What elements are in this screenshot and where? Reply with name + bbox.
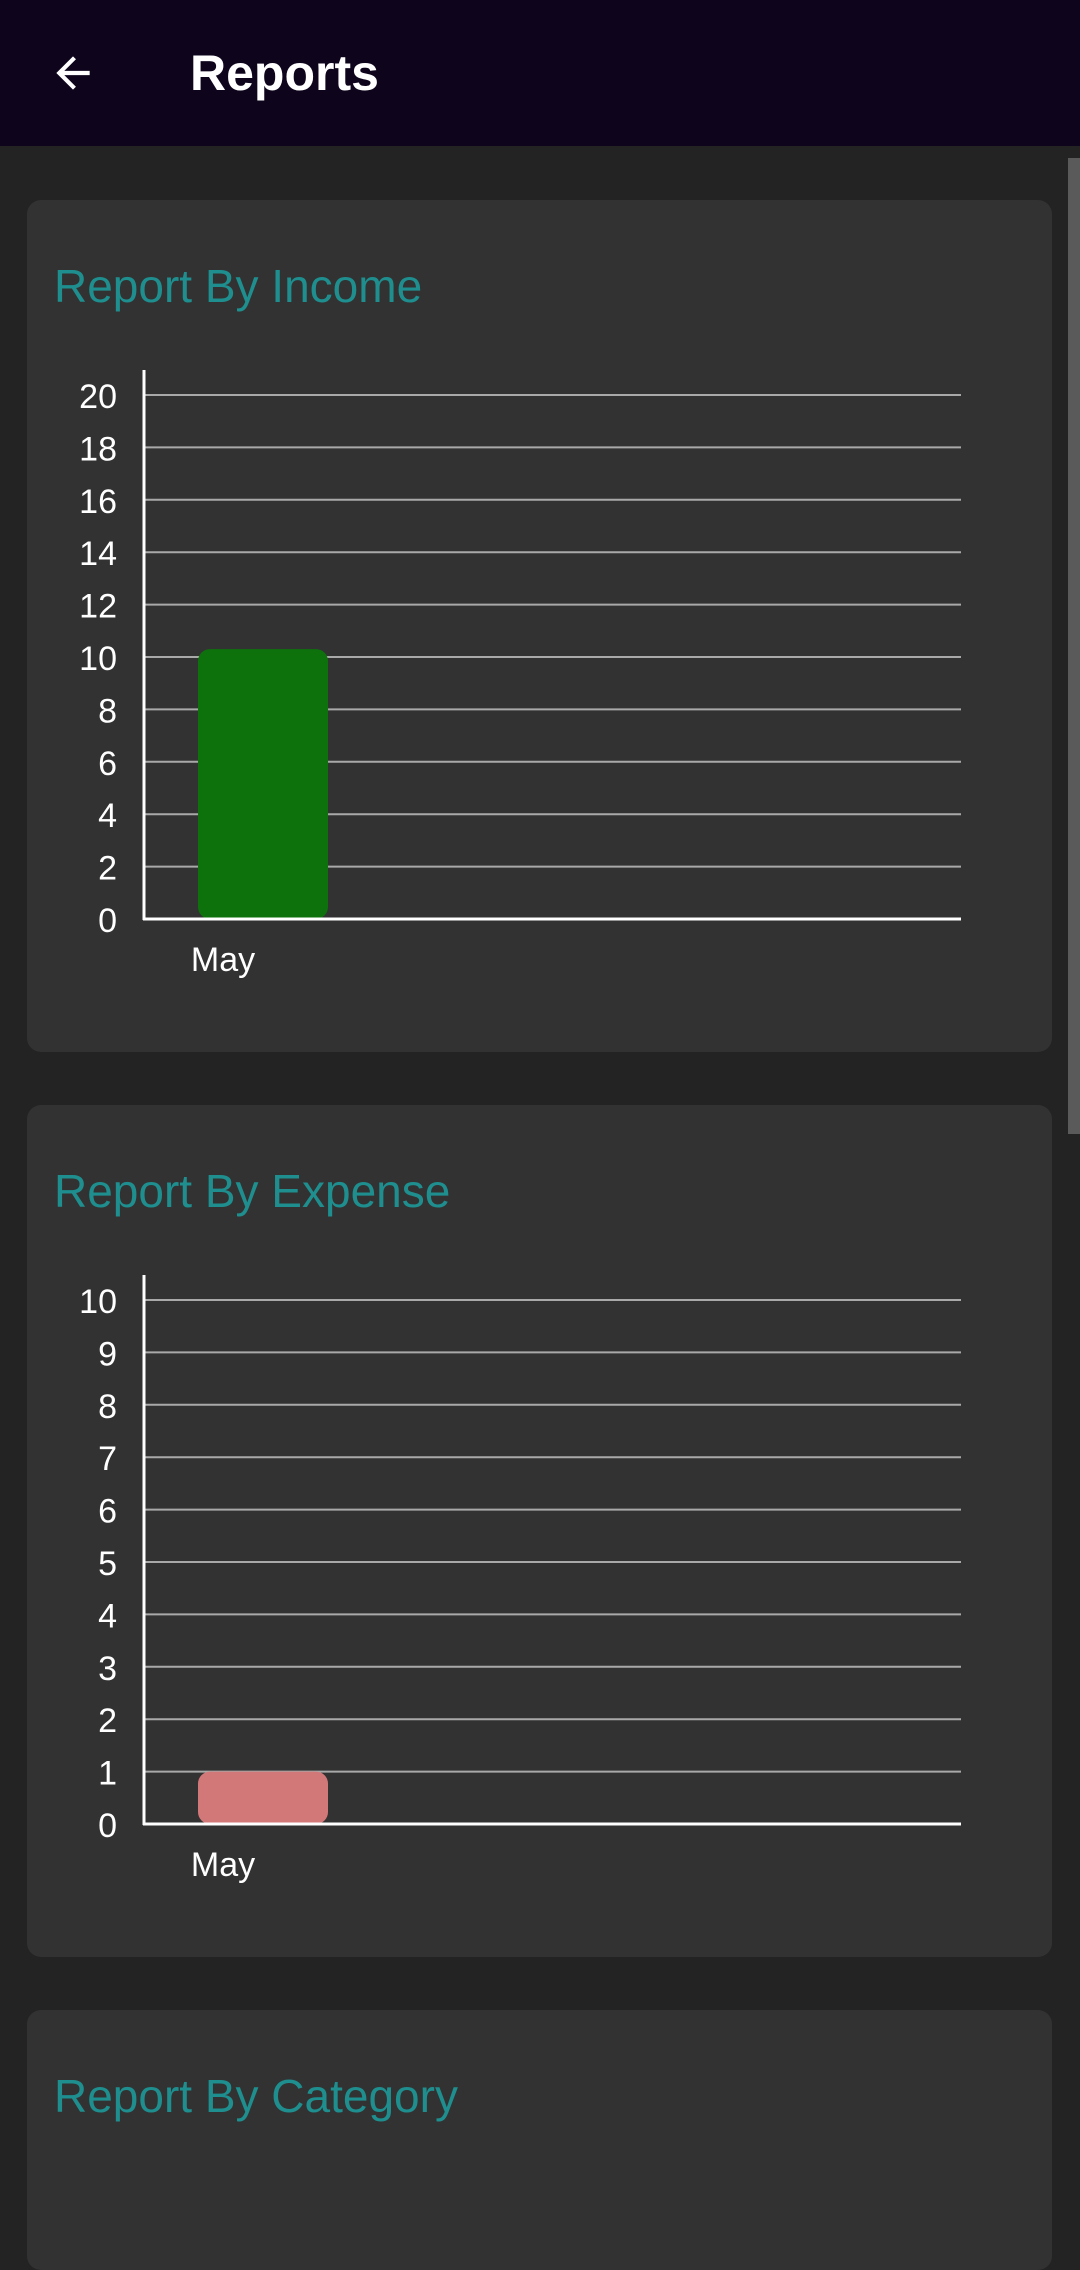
category-report-card: Report By Category [27,2010,1052,2270]
income-y-tick-label: 6 [98,745,117,783]
income-y-tick-label: 12 [79,588,117,626]
income-y-tick-label: 20 [79,378,117,416]
income-y-tick-label: 14 [79,535,117,573]
income-y-tick-label: 18 [79,430,117,468]
expense-y-tick-label: 6 [98,1493,117,1531]
expense-y-tick-label: 7 [98,1440,117,1478]
expense-y-tick-label: 2 [98,1702,117,1740]
income-report-card: Report By Income 0 2 4 6 8 10 12 14 16 18 20 May [27,200,1052,1052]
income-y-tick-label: 16 [79,483,117,521]
expense-x-tick-label: May [191,1846,255,1884]
expense-y-tick-label: 10 [79,1283,117,1321]
expense-y-tick-label: 0 [98,1807,117,1845]
scrollbar[interactable] [1068,158,1080,1134]
expense-y-tick-label: 3 [98,1650,117,1688]
expense-y-tick-label: 5 [98,1545,117,1583]
income-y-tick-label: 0 [98,902,117,940]
income-y-tick-label: 8 [98,692,117,730]
page-title: Reports [190,45,379,101]
expense-bar-may[interactable] [198,1771,328,1824]
expense-bar-chart: 0 1 2 3 4 5 6 7 8 9 10 May [79,1275,961,1884]
app-bar: Reports [0,0,1080,146]
expense-y-tick-label: 9 [98,1335,117,1373]
income-x-tick-label: May [191,941,255,979]
back-button[interactable] [26,26,120,120]
income-bar-chart: 0 2 4 6 8 10 12 14 16 18 20 May [79,370,961,979]
expense-y-tick-label: 1 [98,1755,117,1793]
income-y-tick-label: 10 [79,640,117,678]
expense-y-tick-label: 4 [98,1597,117,1635]
income-y-tick-label: 2 [98,850,117,888]
expense-report-card: Report By Expense 0 1 2 3 4 5 6 7 8 9 10 May [27,1105,1052,1957]
income-y-tick-label: 4 [98,797,117,835]
category-report-title: Report By Category [54,2070,458,2122]
income-bar-may[interactable] [198,649,328,919]
expense-y-tick-label: 8 [98,1388,117,1426]
arrow-back-icon [56,56,90,90]
